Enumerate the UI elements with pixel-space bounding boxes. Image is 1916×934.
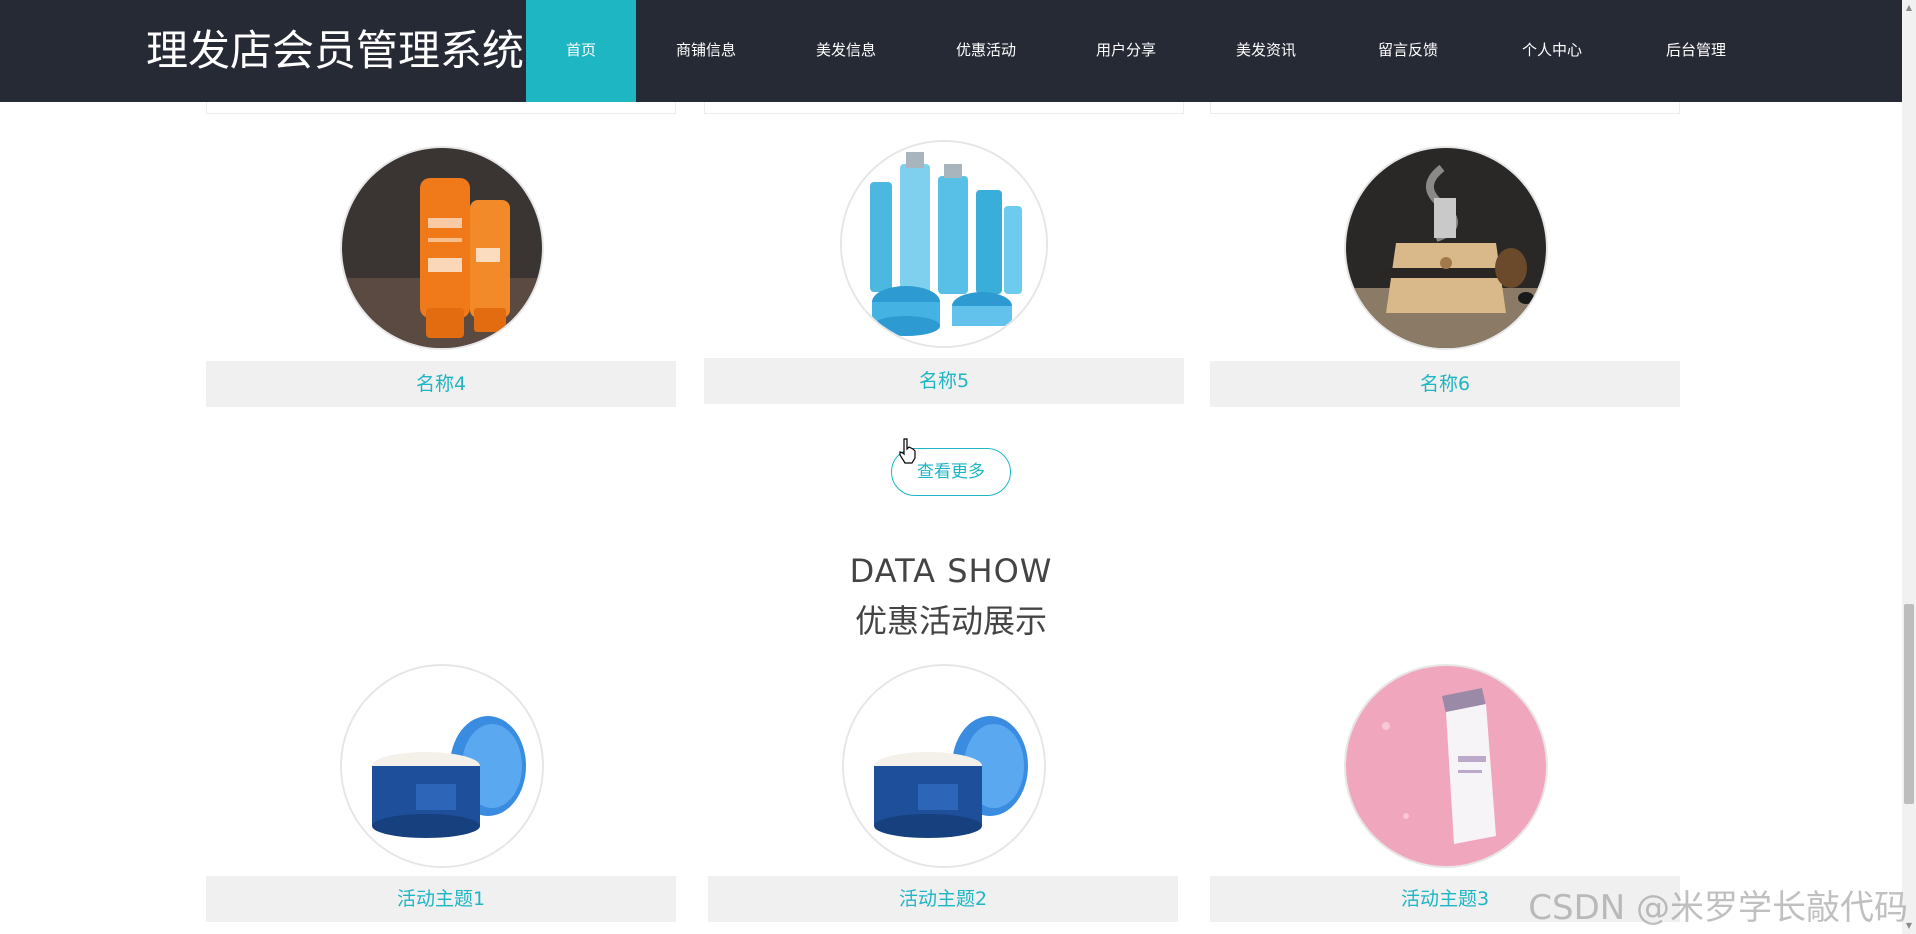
scroll-up-arrow-icon[interactable]: ▲ xyxy=(1904,2,1914,14)
nav-item-home[interactable]: 首页 xyxy=(526,0,636,102)
nav-item-user-share[interactable]: 用户分享 xyxy=(1056,0,1196,102)
cream-jar-image[interactable] xyxy=(340,664,544,868)
promotion-name-label[interactable]: 活动主题2 xyxy=(708,876,1178,922)
nav-item-hair-info[interactable]: 美发信息 xyxy=(776,0,916,102)
nav-item-promotions[interactable]: 优惠活动 xyxy=(916,0,1056,102)
cream-jar-image[interactable] xyxy=(842,664,1046,868)
lotion-bottle-image[interactable] xyxy=(1344,664,1548,868)
product-name-label[interactable]: 名称6 xyxy=(1210,361,1680,407)
section-heading-cn: 优惠活动展示 xyxy=(854,602,1047,640)
product-name-label[interactable]: 名称5 xyxy=(704,358,1184,404)
skincare-set-image[interactable] xyxy=(840,140,1048,348)
site-title[interactable]: 理发店会员管理系统 xyxy=(146,22,524,80)
top-navigation-bar: 理发店会员管理系统 首页 商铺信息 美发信息 优惠活动 用户分享 美发资讯 留言… xyxy=(0,0,1902,102)
vertical-scrollbar[interactable]: ▲ ▼ xyxy=(1902,0,1916,934)
nav-item-admin[interactable]: 后台管理 xyxy=(1624,0,1768,102)
watermark: CSDN @米罗学长敲代码 xyxy=(1528,888,1908,928)
previous-card-edge xyxy=(206,102,676,114)
nav-item-hair-news[interactable]: 美发资讯 xyxy=(1196,0,1336,102)
previous-card-edge xyxy=(704,102,1184,114)
nav-item-feedback[interactable]: 留言反馈 xyxy=(1336,0,1480,102)
nav-item-personal-center[interactable]: 个人中心 xyxy=(1480,0,1624,102)
section-heading-en: DATA SHOW xyxy=(849,552,1053,590)
scrollbar-thumb[interactable] xyxy=(1904,604,1914,804)
sunscreen-bottles-image[interactable] xyxy=(340,146,544,350)
aroma-diffuser-image[interactable] xyxy=(1344,146,1548,350)
promotion-name-label[interactable]: 活动主题1 xyxy=(206,876,676,922)
main-nav: 首页 商铺信息 美发信息 优惠活动 用户分享 美发资讯 留言反馈 个人中心 后台… xyxy=(526,0,1726,102)
hand-cursor-icon xyxy=(898,438,918,464)
product-name-label[interactable]: 名称4 xyxy=(206,361,676,407)
nav-item-shop-info[interactable]: 商铺信息 xyxy=(636,0,776,102)
previous-card-edge xyxy=(1210,102,1680,114)
